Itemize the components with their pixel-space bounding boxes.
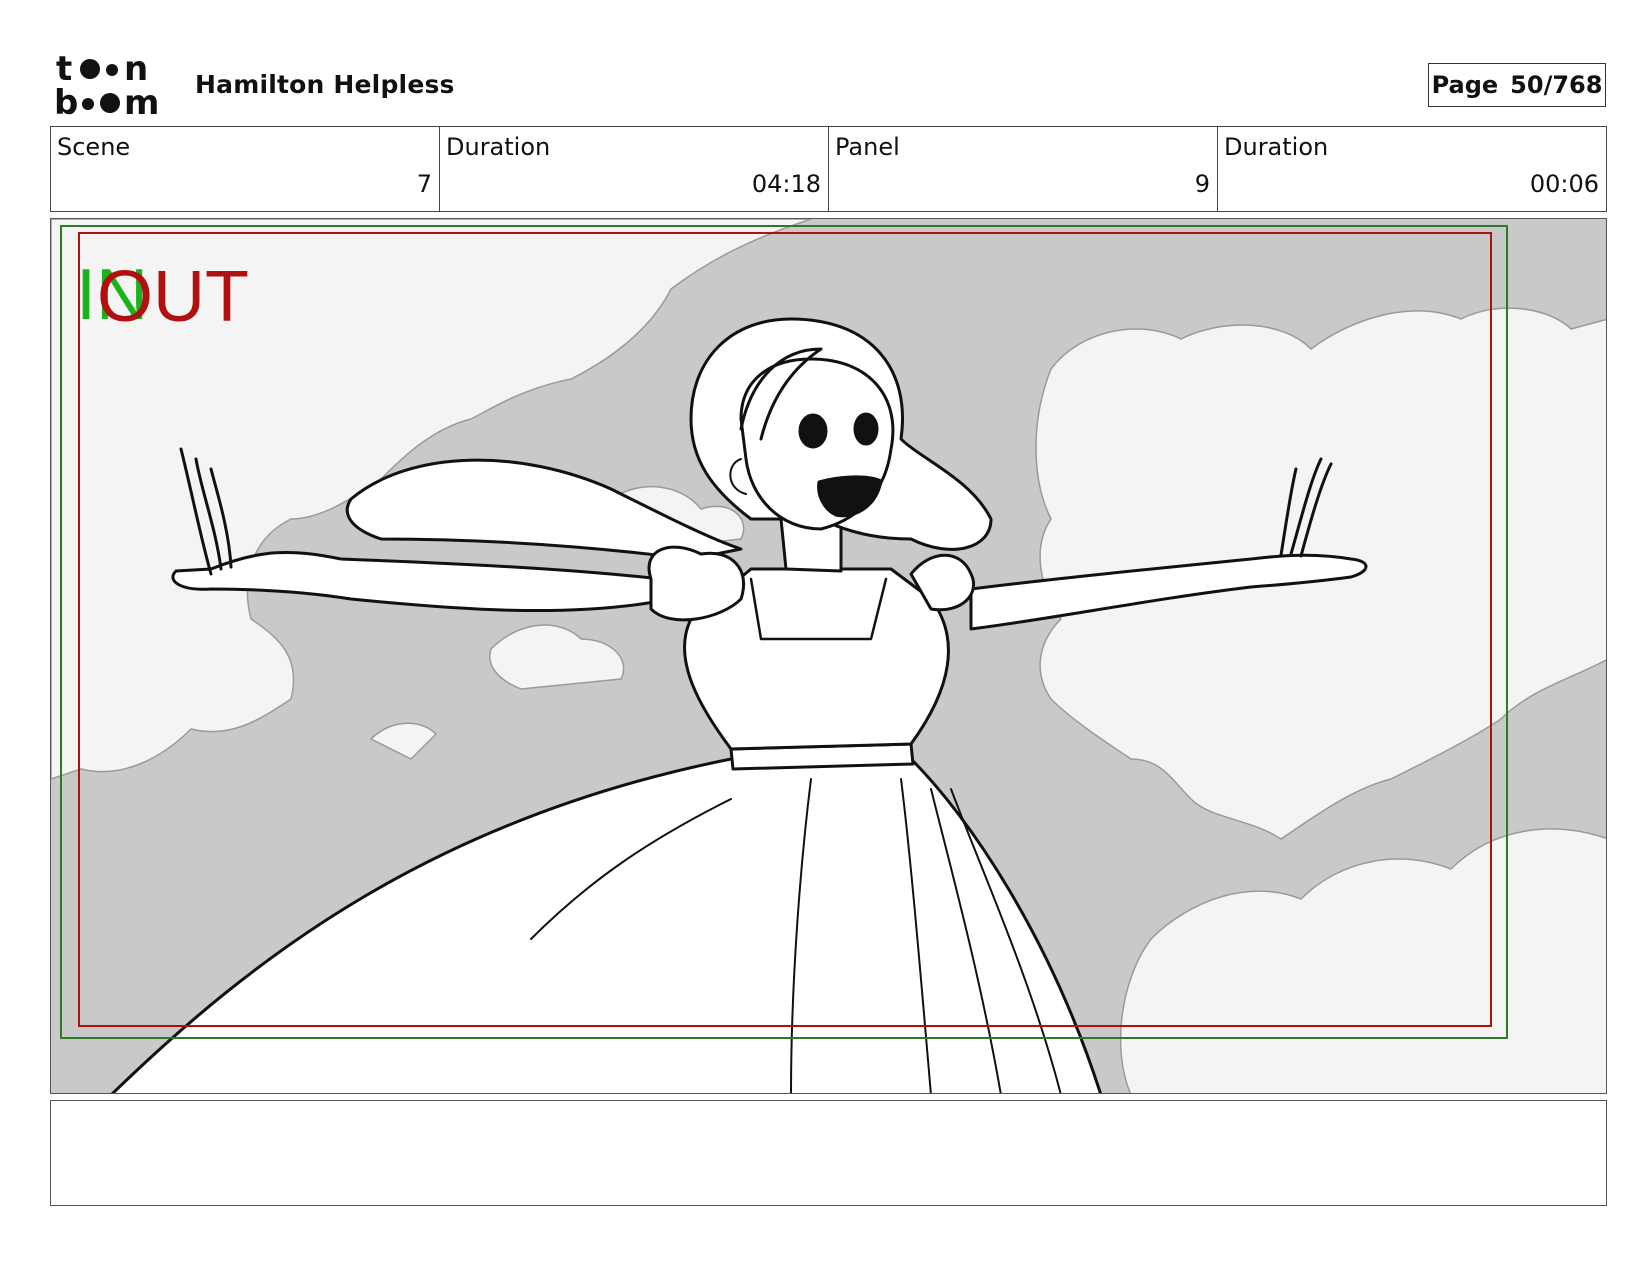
panel-duration-value: 00:06 xyxy=(1529,170,1599,198)
panel-info-table: Scene 7 Duration 04:18 Panel 9 Duration … xyxy=(50,126,1607,212)
svg-text:b: b xyxy=(54,83,78,118)
scene-label: Scene xyxy=(57,133,131,161)
out-marker: OUT xyxy=(97,257,249,337)
project-title: Hamilton Helpless xyxy=(195,70,455,99)
notes-box xyxy=(50,1100,1607,1206)
toon-boom-logo: t n b m xyxy=(54,52,159,118)
page-indicator: Page 50/768 xyxy=(1428,63,1606,107)
svg-text:m: m xyxy=(124,83,159,118)
panel-drawing: IN OUT xyxy=(51,219,1606,1093)
scene-duration-value: 04:18 xyxy=(751,170,821,198)
scene-duration-cell: Duration 04:18 xyxy=(440,127,829,211)
storyboard-panel: IN OUT xyxy=(50,218,1607,1094)
panel-value: 9 xyxy=(1194,170,1210,198)
page-label: Page xyxy=(1431,71,1499,99)
scene-cell: Scene 7 xyxy=(51,127,440,211)
panel-duration-label: Duration xyxy=(1224,133,1329,161)
page-number: 50/768 xyxy=(1510,71,1603,99)
panel-label: Panel xyxy=(835,133,900,161)
panel-duration-cell: Duration 00:06 xyxy=(1218,127,1606,211)
scene-value: 7 xyxy=(416,170,432,198)
scene-duration-label: Duration xyxy=(446,133,551,161)
panel-cell: Panel 9 xyxy=(829,127,1218,211)
